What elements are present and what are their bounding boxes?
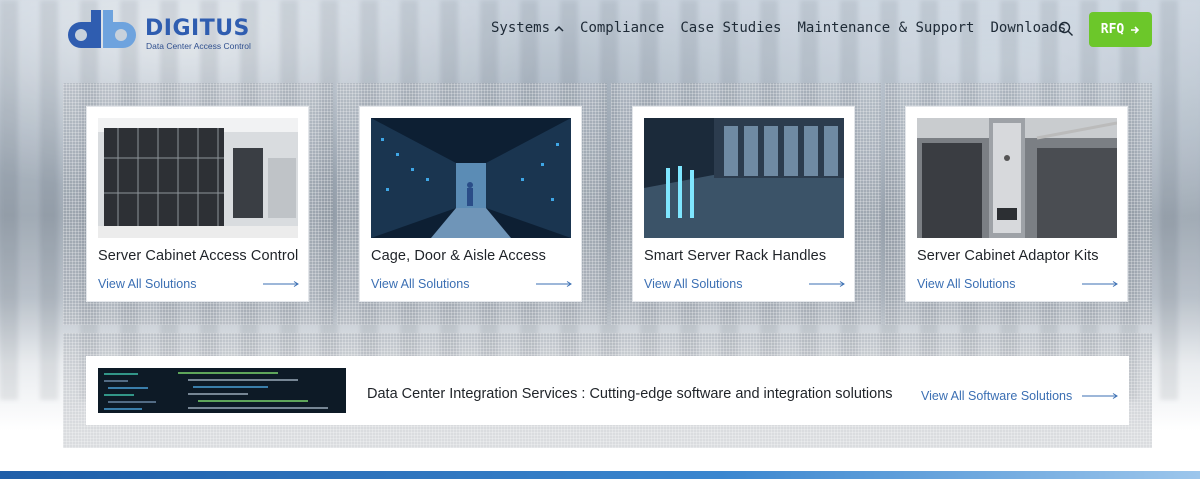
nav-item-systems[interactable]: Systems [491, 20, 564, 36]
rfq-button[interactable]: RFQ [1089, 12, 1152, 47]
nav-item-case-studies[interactable]: Case Studies [680, 20, 781, 36]
card-title: Smart Server Rack Handles [644, 248, 827, 264]
card-title: Server Cabinet Access Control [98, 248, 299, 264]
nav-item-downloads[interactable]: Downloads [990, 20, 1066, 36]
nav-item-maintenance-support[interactable]: Maintenance & Support [797, 20, 974, 36]
site-header: DIGITUS Data Center Access Control Syste… [0, 0, 1200, 62]
chevron-up-icon [554, 25, 564, 32]
card-image [98, 118, 298, 238]
card-title: Server Cabinet Adaptor Kits [917, 248, 1099, 264]
nav-item-label: Maintenance & Support [797, 20, 975, 36]
card-link[interactable]: View All Solutions [98, 277, 196, 291]
software-solutions-link[interactable]: View All Software Solutions [921, 389, 1072, 403]
card-link[interactable]: View All Solutions [371, 277, 469, 291]
logo-mark-icon [68, 10, 136, 48]
nav-item-label: Downloads [990, 20, 1067, 36]
long-arrow-right-icon[interactable] [1082, 393, 1118, 399]
card-image [644, 118, 844, 238]
long-arrow-right-icon[interactable] [536, 281, 572, 287]
brand-name: DIGITUS [145, 16, 250, 41]
nav-item-compliance[interactable]: Compliance [580, 20, 664, 36]
card-link[interactable]: View All Solutions [917, 277, 1015, 291]
brand-tagline: Data Center Access Control [146, 41, 251, 51]
integration-services-banner[interactable]: Data Center Integration Services : Cutti… [86, 356, 1129, 425]
integration-description: Data Center Integration Services : Cutti… [367, 386, 893, 402]
card-image [917, 118, 1117, 238]
long-arrow-right-icon[interactable] [263, 281, 299, 287]
long-arrow-right-icon[interactable] [1082, 281, 1118, 287]
solution-card-adaptor-kits[interactable]: Server Cabinet Adaptor Kits View All Sol… [905, 106, 1128, 302]
rfq-label: RFQ [1100, 22, 1125, 37]
bottom-accent-bar [0, 471, 1200, 479]
arrow-right-icon [1131, 25, 1140, 34]
solution-card-server-cabinet[interactable]: Server Cabinet Access Control View All S… [86, 106, 309, 302]
main-nav: Systems Compliance Case Studies Maintena… [491, 20, 1082, 36]
code-screen-image [98, 368, 346, 413]
card-title: Cage, Door & Aisle Access [371, 248, 546, 264]
search-icon[interactable] [1058, 21, 1074, 37]
solution-card-smart-rack-handles[interactable]: Smart Server Rack Handles View All Solut… [632, 106, 855, 302]
nav-item-label: Systems [491, 20, 551, 36]
solution-card-cage-door-aisle[interactable]: Cage, Door & Aisle Access View All Solut… [359, 106, 582, 302]
nav-item-label: Case Studies [680, 20, 782, 36]
brand-logo[interactable]: DIGITUS Data Center Access Control [63, 10, 253, 52]
long-arrow-right-icon[interactable] [809, 281, 845, 287]
card-link[interactable]: View All Solutions [644, 277, 742, 291]
card-image [371, 118, 571, 238]
nav-item-label: Compliance [580, 20, 665, 36]
